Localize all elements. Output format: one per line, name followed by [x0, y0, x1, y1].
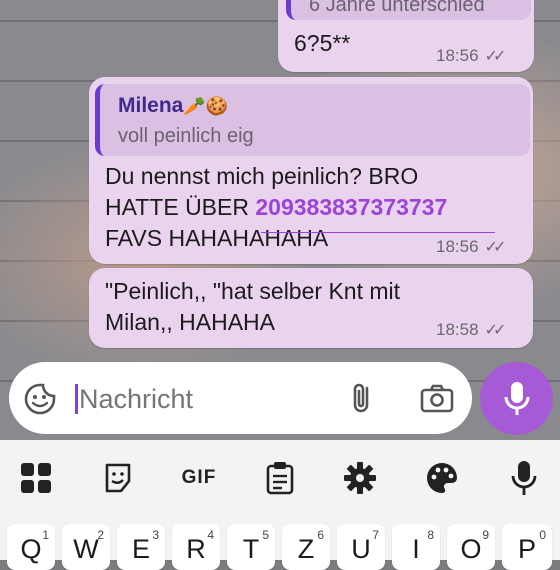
- message-text-1: 6?5**: [294, 30, 351, 56]
- message-bubble-3[interactable]: "Peinlich,, "hat selber Knt mit Milan,, …: [89, 268, 533, 348]
- message-input[interactable]: [77, 376, 321, 422]
- quoted-text-1: 6 Jahre unterschied: [309, 0, 485, 16]
- key-label: P: [517, 534, 536, 564]
- number-underline: [261, 232, 495, 233]
- key-i[interactable]: 8I: [392, 524, 440, 570]
- message-meta-1: 18:56 ✓✓: [436, 46, 507, 66]
- key-label: I: [412, 534, 420, 564]
- keyboard-microphone-icon[interactable]: [504, 458, 544, 498]
- double-check-icon: ✓✓: [484, 322, 507, 339]
- key-q[interactable]: 1Q: [7, 524, 55, 570]
- message-text-2-line1: Du nennst mich peinlich? BRO: [105, 163, 419, 189]
- microphone-icon: [502, 380, 532, 418]
- message-time-3: 18:58: [436, 320, 479, 339]
- gear-icon[interactable]: [340, 458, 380, 498]
- message-text-2-line2: HATTE ÜBER 209383837373737: [105, 192, 525, 223]
- key-t[interactable]: 5T: [227, 524, 275, 570]
- reply-quoted-text: voll peinlich eig: [118, 125, 254, 147]
- message-bubble-2[interactable]: Milena🥕🍪 voll peinlich eig Du nennst mic…: [89, 77, 533, 264]
- reply-sender-name: Milena: [118, 94, 184, 117]
- key-label: O: [460, 534, 482, 564]
- keyboard: GIF 1 Q 2 W 3 E 4 R 5 T 6 Z 7 U 8 I 9 O …: [0, 440, 560, 570]
- message-bubble-1[interactable]: 6 Jahre unterschied 6?5** 18:56 ✓✓: [278, 0, 534, 72]
- message-meta-2: 18:56 ✓✓: [436, 237, 507, 257]
- key-label: E: [131, 534, 150, 564]
- message-composer[interactable]: [9, 362, 472, 434]
- paperclip-icon[interactable]: [345, 380, 381, 416]
- voice-record-button[interactable]: [480, 362, 553, 435]
- palette-icon[interactable]: [422, 458, 462, 498]
- clipboard-icon[interactable]: [260, 458, 300, 498]
- message-time-1: 18:56: [436, 46, 479, 65]
- quoted-reply-2[interactable]: Milena🥕🍪 voll peinlich eig: [95, 84, 530, 156]
- key-label: Q: [20, 534, 42, 564]
- key-p[interactable]: 0P: [502, 524, 552, 570]
- key-label: T: [242, 534, 260, 564]
- quoted-reply-1[interactable]: 6 Jahre unterschied: [286, 0, 531, 20]
- camera-icon[interactable]: [419, 382, 455, 416]
- message-meta-3: 18:58 ✓✓: [436, 320, 507, 340]
- key-r[interactable]: 4R: [172, 524, 220, 570]
- key-label: W: [73, 534, 99, 564]
- key-label: R: [186, 534, 206, 564]
- double-check-icon: ✓✓: [484, 239, 507, 256]
- key-label: Z: [297, 534, 315, 564]
- gif-button[interactable]: GIF: [176, 458, 222, 498]
- gif-label: GIF: [181, 467, 217, 488]
- sticker-icon[interactable]: [98, 458, 138, 498]
- reply-sender-emoji: 🥕🍪: [183, 96, 229, 116]
- message-text-2-prefix: HATTE ÜBER: [105, 194, 256, 220]
- message-time-2: 18:56: [436, 237, 479, 256]
- phone-number-link[interactable]: 209383837373737: [255, 194, 447, 220]
- key-o[interactable]: 9O: [447, 524, 495, 570]
- double-check-icon: ✓✓: [484, 48, 507, 65]
- sticker-emoji-icon[interactable]: [23, 382, 57, 416]
- key-w[interactable]: 2W: [62, 524, 110, 570]
- key-z[interactable]: 6Z: [282, 524, 330, 570]
- key-e[interactable]: 3E: [117, 524, 165, 570]
- key-u[interactable]: 7U: [337, 524, 385, 570]
- apps-grid-icon[interactable]: [16, 458, 56, 498]
- message-text-3-line1: "Peinlich,, "hat selber Knt mit: [105, 278, 401, 304]
- key-label: U: [351, 534, 371, 564]
